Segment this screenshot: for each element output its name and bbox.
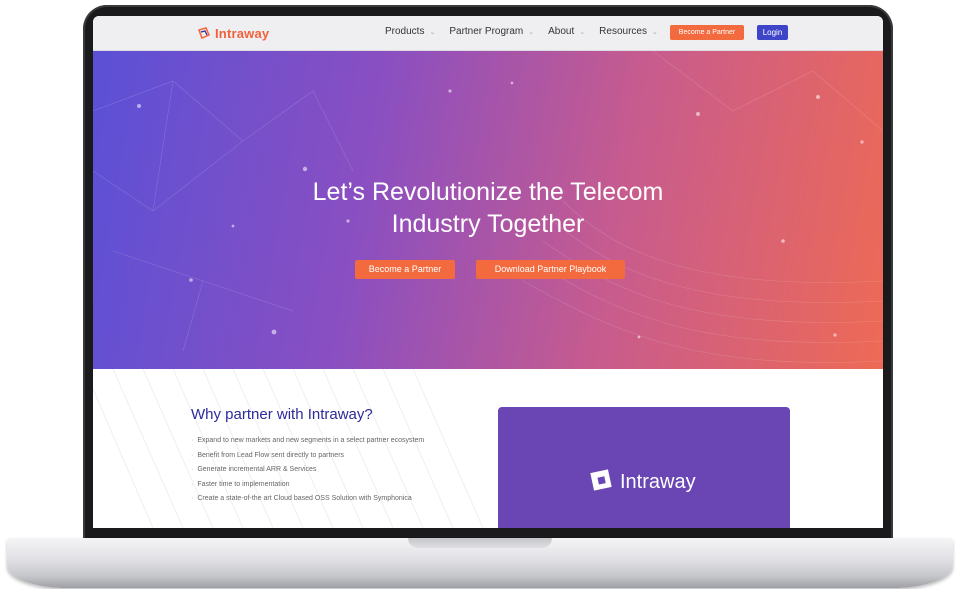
list-item: Create a state-of-the art Cloud based OS… (191, 492, 424, 507)
nav-item-resources[interactable]: Resources ⌄ (599, 26, 658, 37)
list-item: Expand to new markets and new segments i… (191, 434, 424, 449)
nav-item-label: Partner Program (449, 26, 524, 37)
list-item: Generate incremental ARR & Services (191, 463, 424, 478)
card-logo: Intraway (588, 467, 696, 498)
chevron-down-icon: ⌄ (651, 28, 658, 36)
nav-item-about[interactable]: About ⌄ (548, 26, 585, 37)
laptop-screen: Intraway Products ⌄ Partner Program ⌄ Ab… (93, 16, 883, 528)
top-navbar: Intraway Products ⌄ Partner Program ⌄ Ab… (93, 16, 883, 51)
card-brand-name: Intraway (620, 471, 696, 493)
become-partner-nav-button[interactable]: Become a Partner (670, 25, 744, 40)
brand-name: Intraway (215, 25, 270, 41)
hero-title-line1: Let’s Revolutionize the Telecom (312, 178, 664, 206)
main-nav: Products ⌄ Partner Program ⌄ About ⌄ Res… (385, 26, 672, 37)
hero-banner: Let’s Revolutionize the Telecom Industry… (93, 51, 883, 369)
become-partner-button[interactable]: Become a Partner (355, 260, 455, 279)
list-item: Faster time to implementation (191, 478, 424, 493)
nav-item-label: Products (385, 26, 425, 37)
brand-card: Intraway (498, 407, 790, 528)
nav-item-label: About (548, 26, 575, 37)
hero-title-line2: Industry Together (391, 210, 585, 238)
login-button[interactable]: Login (757, 25, 788, 40)
chevron-down-icon: ⌄ (579, 28, 586, 36)
nav-item-partner-program[interactable]: Partner Program ⌄ (449, 26, 534, 37)
hero-title: Let’s Revolutionize the Telecom Industry… (93, 176, 883, 240)
chevron-down-icon: ⌄ (429, 28, 436, 36)
intraway-logo-icon (197, 26, 211, 40)
chevron-down-icon: ⌄ (528, 28, 535, 36)
list-item: Benefit from Lead Flow sent directly to … (191, 449, 424, 464)
download-playbook-button[interactable]: Download Partner Playbook (476, 260, 625, 279)
intraway-logo-icon (588, 467, 614, 498)
nav-item-label: Resources (599, 26, 647, 37)
nav-item-products[interactable]: Products ⌄ (385, 26, 435, 37)
laptop-notch (408, 538, 552, 548)
benefits-list: Expand to new markets and new segments i… (191, 434, 424, 507)
brand-logo[interactable]: Intraway (197, 24, 269, 42)
why-partner-section: Why partner with Intraway? Expand to new… (93, 369, 883, 528)
section-title: Why partner with Intraway? (191, 406, 373, 423)
